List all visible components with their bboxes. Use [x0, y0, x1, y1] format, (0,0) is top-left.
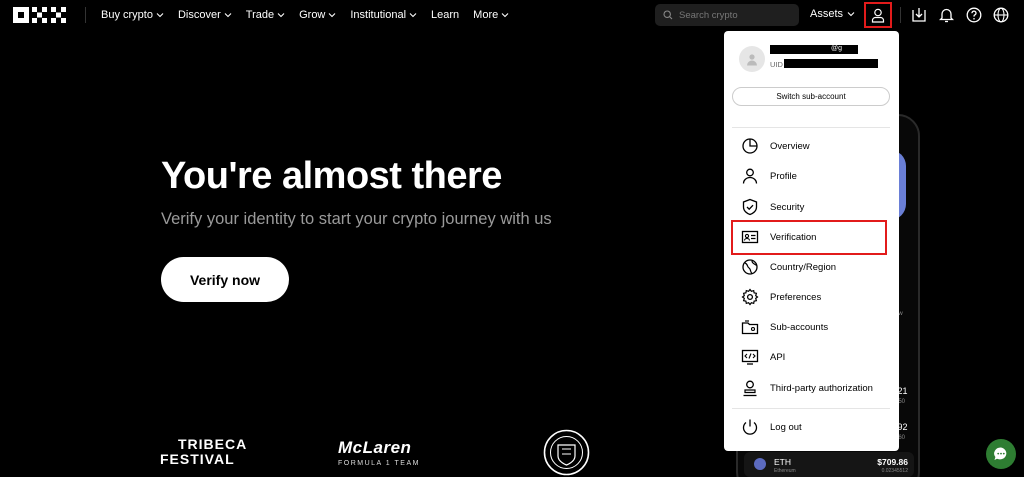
menu-item-profile[interactable]: Profile	[724, 162, 899, 190]
email-fragment: @g	[831, 45, 842, 52]
redacted-uid	[784, 59, 878, 68]
user-icon	[747, 53, 757, 65]
verify-now-button[interactable]: Verify now	[161, 257, 289, 302]
nav-discover[interactable]: Discover	[178, 9, 232, 21]
asset-price: $709.86	[877, 457, 908, 467]
chevron-down-icon	[847, 12, 855, 17]
search-icon	[663, 10, 673, 20]
hero-subtitle: Verify your identity to start your crypt…	[161, 210, 552, 228]
mclaren-wordmark: McLaren	[338, 438, 412, 457]
globe-icon	[742, 259, 758, 275]
nav-label: Discover	[177, 9, 221, 21]
avatar	[739, 46, 765, 72]
nav-grow[interactable]: Grow	[299, 9, 336, 21]
language-button[interactable]	[991, 5, 1011, 25]
switch-sub-account-button[interactable]: Switch sub-account	[732, 87, 890, 106]
uid-label: UID	[770, 60, 783, 69]
nav-label: More	[473, 9, 499, 21]
menu-item-label: Preferences	[770, 291, 822, 303]
redacted-email	[770, 45, 858, 54]
nav-trade[interactable]: Trade	[246, 9, 285, 21]
okx-logo[interactable]	[13, 7, 68, 23]
menu-item-sub-accounts[interactable]: Sub-accounts	[724, 313, 899, 341]
menu-item-overview[interactable]: Overview	[724, 132, 899, 160]
manchester-city-logo	[543, 429, 590, 476]
ethereum-icon	[754, 458, 766, 470]
chevron-down-icon	[328, 13, 336, 18]
chevron-down-icon	[156, 13, 164, 18]
nav-divider	[85, 7, 86, 23]
assets-label: Assets	[810, 8, 844, 20]
account-button[interactable]	[864, 2, 892, 28]
download-button[interactable]	[909, 5, 929, 25]
menu-divider	[732, 127, 890, 128]
nav-label: Buy crypto	[101, 9, 153, 21]
chat-icon	[994, 447, 1007, 460]
chevron-down-icon	[501, 13, 509, 18]
nav-more[interactable]: More	[473, 9, 509, 21]
globe-icon	[993, 7, 1009, 23]
mclaren-subtitle: FORMULA 1 TEAM	[338, 460, 420, 467]
tribeca-line1: TRIBECA	[178, 436, 248, 452]
shield-icon	[742, 198, 758, 216]
chevron-down-icon	[409, 13, 417, 18]
asset-amount: 0.02345512	[881, 468, 908, 474]
menu-item-third-party-authorization[interactable]: Third-party authorization	[724, 374, 899, 402]
menu-item-preferences[interactable]: Preferences	[724, 283, 899, 311]
pie-chart-icon	[742, 138, 758, 154]
gear-icon	[741, 288, 759, 306]
api-icon	[741, 349, 759, 365]
asset-symbol: ETH	[774, 457, 791, 467]
menu-item-label: Country/Region	[770, 261, 837, 273]
menu-item-security[interactable]: Security	[724, 193, 899, 221]
nav-label: Learn	[431, 9, 460, 21]
top-nav: Buy crypto Discover Trade Grow Instituti…	[0, 0, 1024, 30]
account-dropdown: @g UID Switch sub-account Overview Profi…	[724, 31, 899, 451]
chevron-down-icon	[224, 13, 232, 18]
help-button[interactable]	[964, 5, 984, 25]
main-menu: Buy crypto Discover Trade Grow Instituti…	[101, 0, 509, 30]
menu-item-label: Log out	[770, 421, 802, 433]
nav-divider	[900, 7, 901, 23]
menu-item-label: API	[770, 351, 786, 363]
search-input[interactable]	[679, 9, 789, 21]
person-icon	[742, 168, 758, 184]
download-icon	[912, 8, 926, 22]
hero-title: You're almost there	[161, 155, 502, 197]
menu-item-label: Sub-accounts	[770, 321, 829, 333]
nav-learn[interactable]: Learn	[431, 9, 459, 21]
power-icon	[742, 419, 758, 435]
menu-item-log-out[interactable]: Log out	[724, 413, 899, 441]
asset-name: Ethereum	[774, 468, 796, 474]
authorization-icon	[743, 380, 757, 397]
eth-asset-row: ETH Ethereum $709.86 0.02345512	[744, 452, 914, 477]
mclaren-logo: McLaren FORMULA 1 TEAM	[338, 438, 420, 467]
menu-item-label: Profile	[770, 170, 797, 182]
nav-label: Institutional	[350, 9, 407, 21]
nav-label: Grow	[299, 9, 326, 21]
user-icon	[871, 8, 885, 23]
nav-institutional[interactable]: Institutional	[350, 9, 417, 21]
menu-item-api[interactable]: API	[724, 343, 899, 371]
verification-highlight	[731, 220, 887, 255]
menu-item-country-region[interactable]: Country/Region	[724, 253, 899, 281]
nav-buy-crypto[interactable]: Buy crypto	[101, 9, 164, 21]
nav-label: Trade	[245, 9, 275, 21]
chevron-down-icon	[277, 13, 285, 18]
help-icon	[966, 7, 982, 23]
menu-item-label: Overview	[770, 140, 810, 152]
bell-icon	[938, 8, 954, 23]
menu-divider	[732, 408, 890, 409]
sub-accounts-icon	[741, 320, 759, 335]
tribeca-line2: FESTIVAL	[160, 451, 235, 467]
chat-support-button[interactable]	[986, 439, 1016, 469]
assets-menu[interactable]: Assets	[810, 8, 855, 20]
menu-item-label: Security	[770, 201, 805, 213]
tribeca-festival-logo: TRIBECA FESTIVAL	[160, 437, 247, 467]
menu-item-label: Third-party authorization	[770, 382, 873, 394]
notifications-button[interactable]	[936, 5, 956, 25]
search-box[interactable]	[655, 4, 799, 26]
